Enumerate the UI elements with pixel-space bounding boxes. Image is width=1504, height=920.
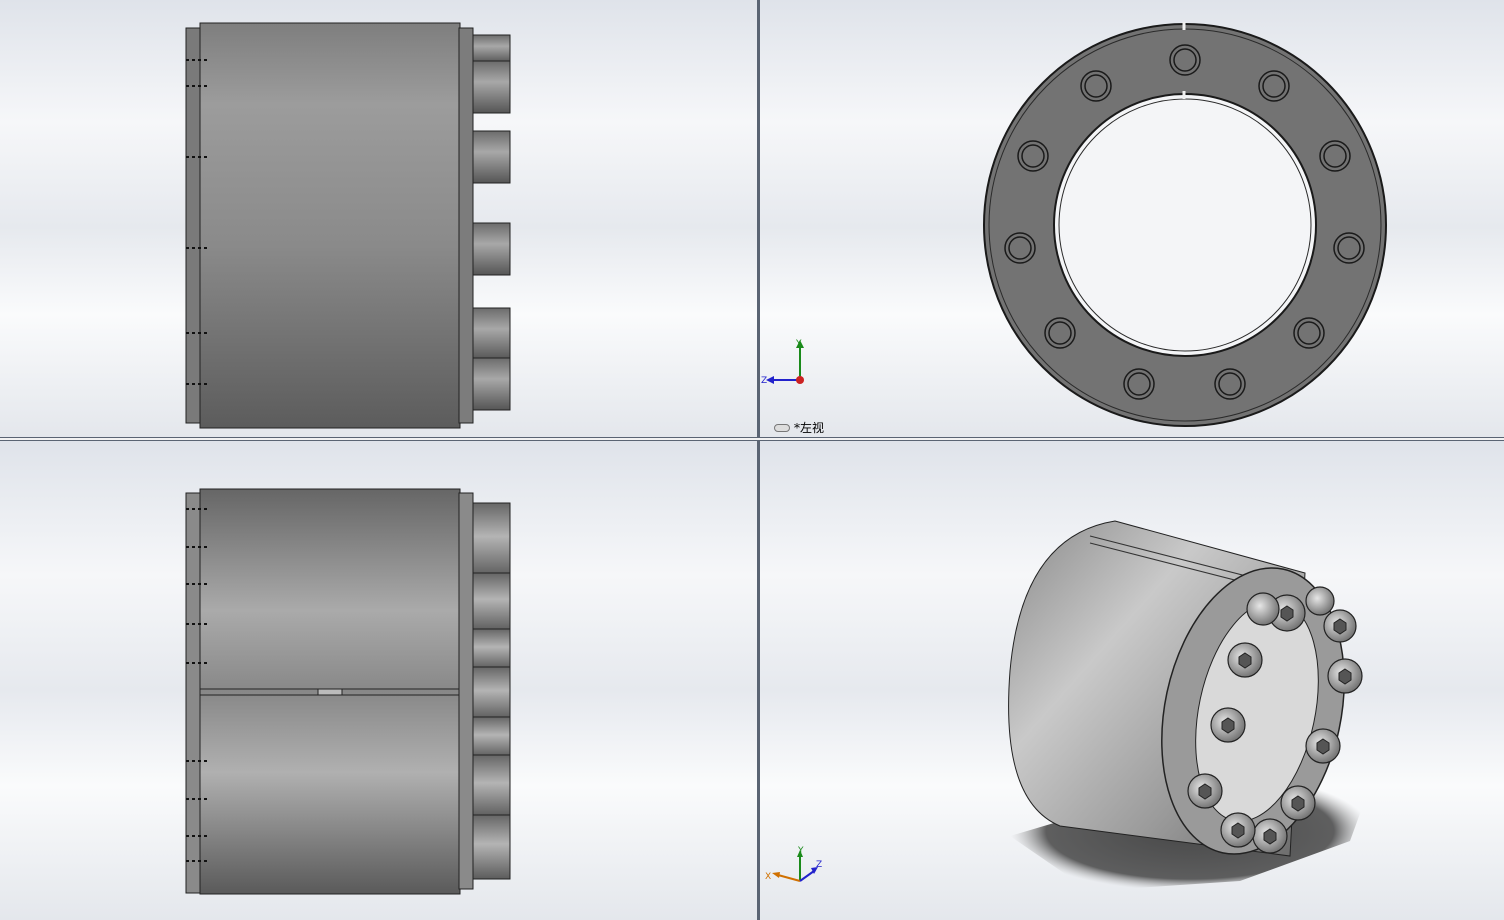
bolt-heads (472, 502, 511, 880)
bolt-head (472, 222, 511, 276)
view-label[interactable]: *左视 (774, 419, 824, 436)
left-view-drawing (983, 22, 1387, 427)
main-sleeve (199, 22, 461, 429)
pressure-ring (458, 27, 474, 424)
top-view-drawing (185, 488, 511, 895)
orientation-triad: Y Z (760, 338, 810, 388)
isometric-viewport[interactable]: Y X Z (760, 441, 1504, 920)
orientation-triad: Y X Z (764, 845, 834, 895)
pressure-ring (458, 492, 474, 890)
front-view-viewport[interactable] (0, 0, 757, 437)
view-name: *左视 (794, 421, 825, 435)
vertical-splitter[interactable] (757, 0, 760, 920)
x-label: X (765, 872, 771, 882)
top-view-viewport[interactable] (0, 441, 757, 920)
bolt-head (472, 357, 511, 411)
z-label: Z (816, 860, 822, 870)
bolt-head (472, 130, 511, 184)
z-axis (799, 870, 815, 882)
ring-bore (1053, 93, 1317, 357)
link-icon[interactable] (774, 423, 790, 432)
y-label: Y (795, 339, 802, 349)
x-axis-dot (796, 376, 804, 384)
z-label: Z (761, 376, 767, 386)
x-axis (777, 874, 801, 882)
bolt-head (472, 307, 511, 361)
left-view-viewport[interactable]: Y Z *左视 (760, 0, 1504, 437)
isometric-drawing (1008, 520, 1370, 891)
front-view-drawing (185, 22, 511, 429)
horizontal-splitter[interactable] (0, 437, 1504, 441)
bolt-head (472, 34, 511, 64)
y-label: Y (797, 846, 804, 856)
bolt-head (472, 60, 511, 114)
